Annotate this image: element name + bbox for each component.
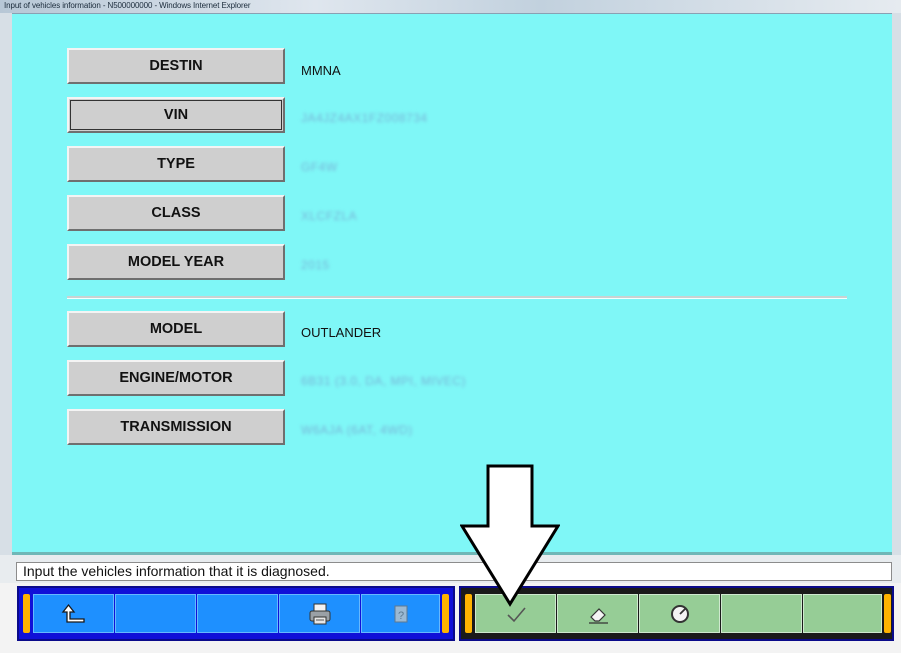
help-icon: ?: [394, 605, 407, 622]
model-year-button[interactable]: MODEL YEAR: [67, 244, 285, 280]
return-button[interactable]: [33, 594, 114, 633]
gauge-icon: [670, 604, 689, 623]
help-button[interactable]: ?: [361, 594, 440, 633]
window-title-bar: Input of vehicles information - N5000000…: [0, 0, 901, 14]
gauge-button[interactable]: [639, 594, 720, 633]
pointer-arrow-icon: [460, 464, 560, 607]
window-right-frame: [892, 13, 901, 555]
svg-text:?: ?: [397, 610, 403, 622]
destin-button[interactable]: DESTIN: [67, 48, 285, 84]
toolbar-blank-4[interactable]: [803, 594, 882, 633]
model-year-value: 2015: [301, 258, 330, 272]
vin-value: JA4JZ4AX1FZ008734: [301, 111, 428, 125]
vehicle-info-panel: DESTIN MMNA VIN JA4JZ4AX1FZ008734 TYPE G…: [12, 14, 892, 552]
transmission-value: W6AJA (6AT, 4WD): [301, 423, 413, 437]
grip-right: [442, 594, 449, 633]
vin-button[interactable]: VIN: [67, 97, 285, 133]
model-value: OUTLANDER: [301, 325, 382, 340]
engine-motor-value: 6B31 (3.0, DA, MPI, MIVEC): [301, 374, 467, 388]
class-button[interactable]: CLASS: [67, 195, 285, 231]
transmission-button[interactable]: TRANSMISSION: [67, 409, 285, 445]
toolbar-left-group: ?: [17, 586, 455, 641]
print-button[interactable]: [279, 594, 360, 633]
toolbar-blank-1[interactable]: [115, 594, 196, 633]
type-value: GF4W: [301, 160, 338, 174]
engine-motor-button[interactable]: ENGINE/MOTOR: [67, 360, 285, 396]
toolbar-blank-3[interactable]: [721, 594, 802, 633]
type-button[interactable]: TYPE: [67, 146, 285, 182]
eraser-icon: [588, 607, 608, 624]
return-arrow-icon: [61, 603, 85, 623]
clear-button[interactable]: [557, 594, 638, 633]
grip-right: [884, 594, 891, 633]
printer-icon: [309, 603, 330, 624]
toolbar-blank-2[interactable]: [197, 594, 278, 633]
class-value: XLCFZLA: [301, 209, 358, 223]
destin-value: MMNA: [301, 63, 341, 78]
window-title: Input of vehicles information - N5000000…: [4, 1, 251, 10]
status-message: Input the vehicles information that it i…: [16, 562, 892, 581]
grip-left: [23, 594, 30, 633]
model-button[interactable]: MODEL: [67, 311, 285, 347]
window-left-frame: [0, 13, 12, 555]
section-divider: [67, 296, 847, 299]
